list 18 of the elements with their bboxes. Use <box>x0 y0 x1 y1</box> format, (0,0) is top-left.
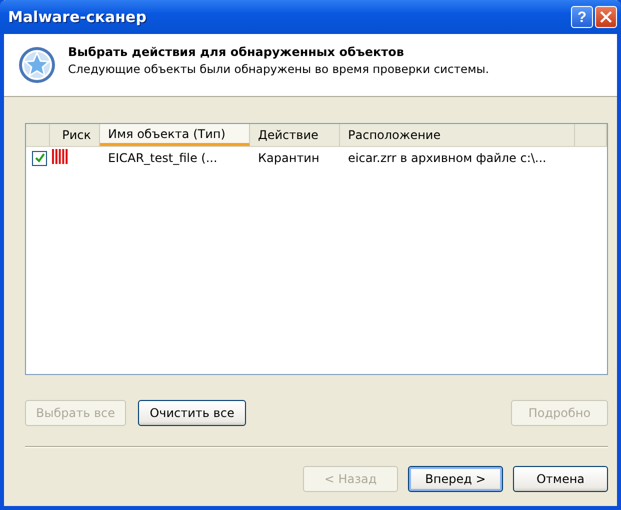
close-button[interactable] <box>595 6 617 28</box>
column-header[interactable]: Имя объекта (Тип) <box>100 124 250 146</box>
header-subtitle: Следующие объекты были обнаружены во время проверки системы. <box>68 62 490 76</box>
help-button[interactable]: ? <box>571 6 593 28</box>
wizard-button[interactable]: Вперед > <box>408 466 503 492</box>
table-cell-text: Карантин <box>257 151 320 165</box>
list-button[interactable]: Очистить все <box>138 400 246 426</box>
column-header[interactable]: Действие <box>250 124 340 146</box>
table-cell-text: eicar.zrr в архивном файле c:\... <box>347 151 548 165</box>
risk-bars-icon <box>52 149 69 164</box>
table-cell-text: EICAR_test_file (... <box>107 151 218 165</box>
star-badge-icon <box>18 46 56 84</box>
column-header[interactable]: Расположение <box>340 124 575 146</box>
checkbox[interactable] <box>32 150 47 166</box>
wizard-button[interactable]: Отмена <box>513 466 608 492</box>
header-title: Выбрать действия для обнаруженных объектов <box>68 44 405 58</box>
window-title: Malware-сканер <box>8 8 148 26</box>
close-icon <box>600 11 612 23</box>
